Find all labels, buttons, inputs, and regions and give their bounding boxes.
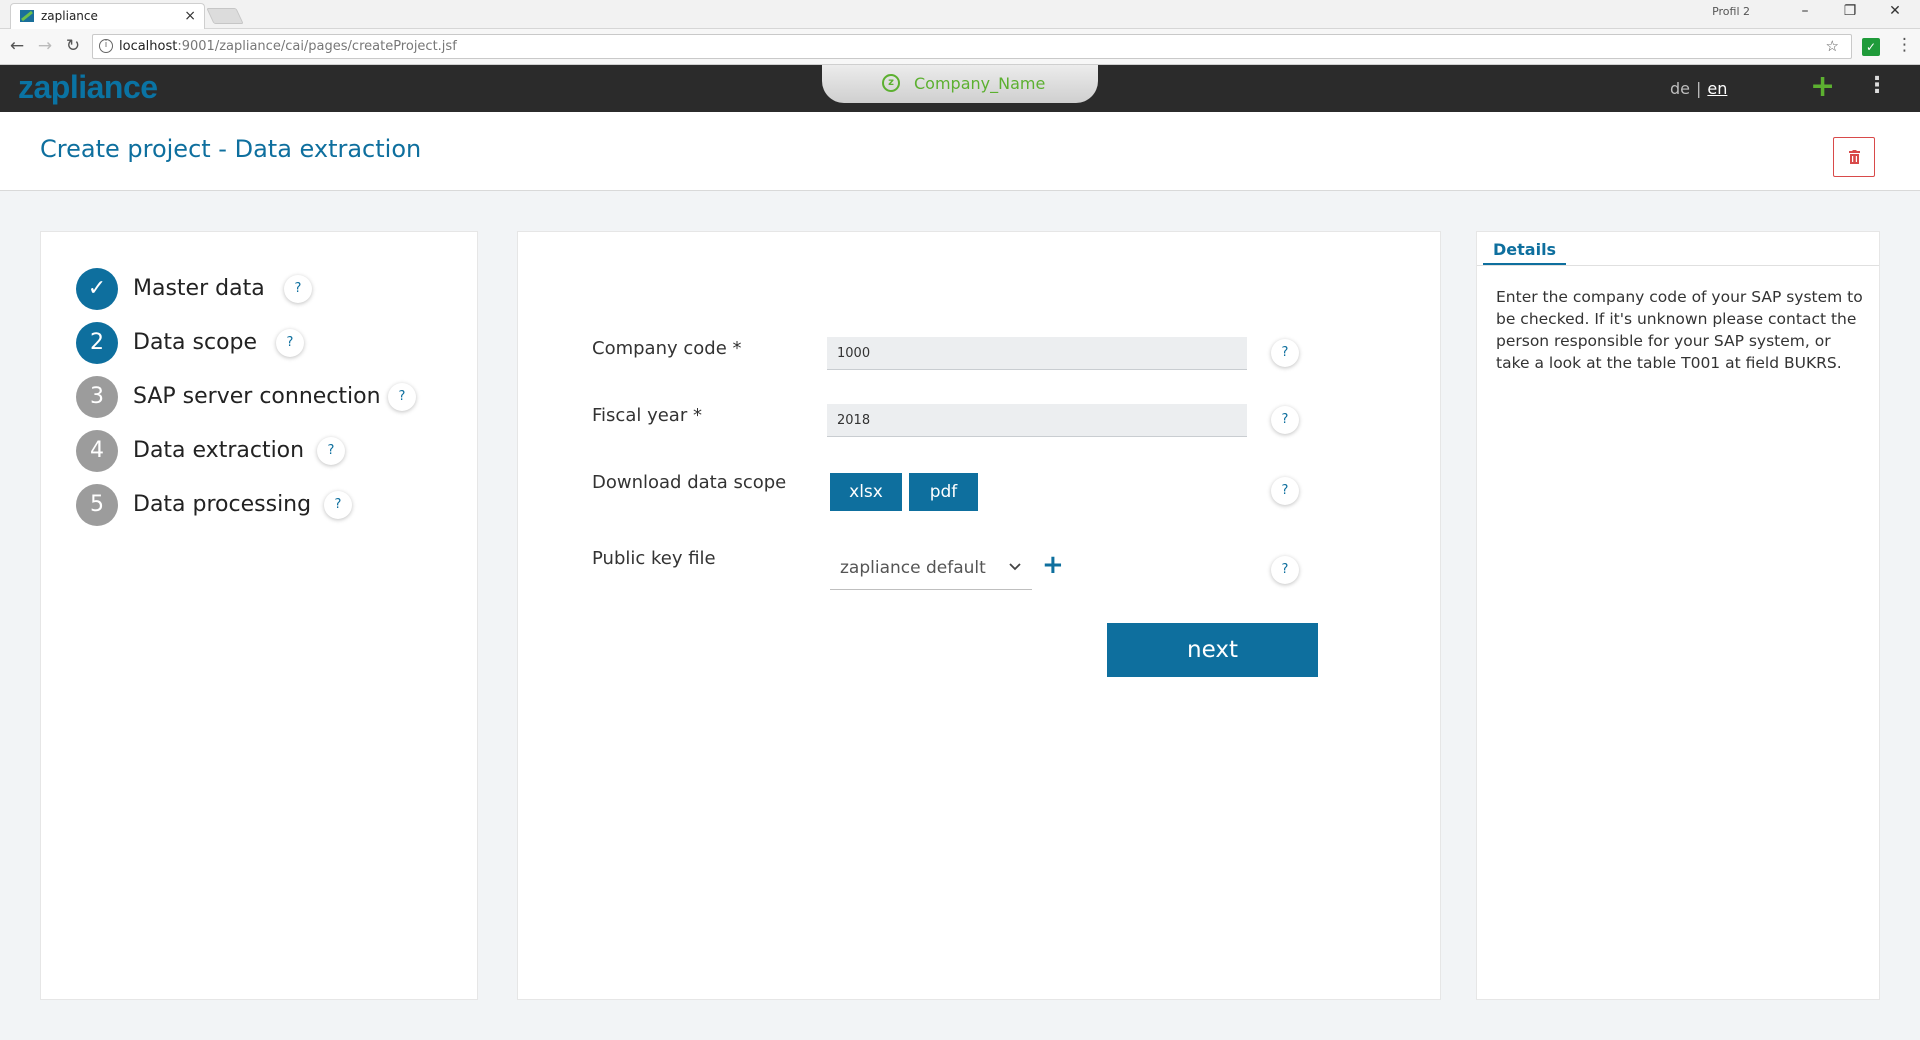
download-scope-label: Download data scope (592, 472, 787, 493)
step-number: 3 (76, 376, 118, 418)
app-header: zapliance z Company_Name de | en + ⋮ (0, 65, 1920, 112)
company-code-input[interactable] (827, 337, 1247, 370)
minimize-icon[interactable]: – (1790, 3, 1820, 19)
public-key-select[interactable]: zapliance default (830, 550, 1032, 590)
reload-icon[interactable]: ↻ (62, 36, 84, 56)
step-label: Data scope (133, 330, 258, 355)
company-code-label: Company code * (592, 338, 742, 359)
back-arrow-icon[interactable]: ← (6, 36, 28, 56)
browser-tab[interactable]: zapliance × (10, 3, 205, 29)
company-code-help-icon[interactable]: ? (1271, 339, 1299, 367)
restore-icon[interactable]: ❐ (1835, 3, 1865, 19)
step-number: 5 (76, 484, 118, 526)
zapliance-favicon-icon (20, 10, 34, 22)
fiscal-year-help-icon[interactable]: ? (1271, 406, 1299, 434)
profile-label[interactable]: Profil 2 (1712, 5, 1750, 18)
public-key-selected-value: zapliance default (840, 558, 986, 578)
step-help-icon[interactable]: ? (388, 383, 416, 411)
lang-separator: | (1696, 79, 1702, 98)
step-number: 4 (76, 430, 118, 472)
delete-project-button[interactable] (1833, 137, 1875, 177)
details-text: Enter the company code of your SAP syste… (1496, 288, 1863, 372)
tab-details[interactable]: Details (1483, 237, 1567, 265)
url-input[interactable]: i localhost:9001/zapliance/cai/pages/cre… (92, 34, 1852, 59)
company-selector[interactable]: z Company_Name (822, 65, 1098, 103)
fiscal-year-input[interactable] (827, 404, 1247, 437)
lang-en-link[interactable]: en (1707, 79, 1727, 98)
url-path: :9001/zapliance/cai/pages/createProject.… (177, 39, 457, 54)
browser-tab-bar: zapliance × Profil 2 – ❐ ✕ (0, 0, 1920, 29)
address-toolbar: ← → ↻ i localhost:9001/zapliance/cai/pag… (0, 29, 1920, 65)
browser-menu-icon[interactable]: ⋮ (1896, 35, 1913, 55)
public-key-label: Public key file (592, 548, 716, 569)
forward-arrow-icon[interactable]: → (34, 36, 56, 56)
details-panel: Details Enter the company code of your S… (1476, 231, 1880, 1000)
step-number: 2 (76, 322, 118, 364)
tab-close-icon[interactable]: × (184, 4, 196, 28)
step-label: Data extraction (133, 438, 305, 463)
page-title-bar: Create project - Data extraction (0, 112, 1920, 191)
add-icon[interactable]: + (1810, 69, 1835, 104)
check-icon: ✓ (76, 268, 118, 310)
step-help-icon[interactable]: ? (276, 329, 304, 357)
download-scope-help-icon[interactable]: ? (1271, 477, 1299, 505)
chevron-down-icon (1009, 563, 1021, 571)
site-info-icon[interactable]: i (99, 39, 113, 53)
bookmark-star-icon[interactable]: ☆ (1826, 35, 1839, 58)
url-host: localhost (119, 39, 178, 54)
download-pdf-button[interactable]: pdf (909, 473, 978, 511)
form-panel: Company code * ? Fiscal year * ? Downloa… (517, 231, 1441, 1000)
step-help-icon[interactable]: ? (317, 437, 345, 465)
language-switcher: de | en (1670, 79, 1727, 98)
download-xlsx-button[interactable]: xlsx (830, 473, 902, 511)
step-label: Data processing (133, 492, 312, 517)
step-help-icon[interactable]: ? (324, 491, 352, 519)
company-icon: z (882, 74, 900, 92)
steps-panel: ✓ Master data ? 2 Data scope ? 3 SAP ser… (40, 231, 478, 1000)
app-menu-icon[interactable]: ⋮ (1866, 73, 1888, 98)
new-tab-button[interactable] (206, 8, 244, 24)
step-label: SAP server connection (133, 384, 381, 409)
company-name: Company_Name (914, 74, 1046, 93)
tab-divider (1477, 265, 1879, 266)
page-title: Create project - Data extraction (40, 135, 422, 163)
browser-tab-title: zapliance (41, 9, 98, 23)
fiscal-year-label: Fiscal year * (592, 405, 702, 426)
extension-icon[interactable]: ✓ (1862, 38, 1880, 56)
window-close-icon[interactable]: ✕ (1880, 3, 1910, 19)
step-label: Master data (133, 276, 265, 301)
step-help-icon[interactable]: ? (284, 275, 312, 303)
public-key-help-icon[interactable]: ? (1271, 556, 1299, 584)
next-button[interactable]: next (1107, 623, 1318, 677)
app-logo[interactable]: zapliance (18, 69, 158, 106)
trash-icon (1849, 150, 1860, 164)
lang-de-link[interactable]: de (1670, 79, 1690, 98)
add-key-icon[interactable]: + (1042, 550, 1064, 580)
